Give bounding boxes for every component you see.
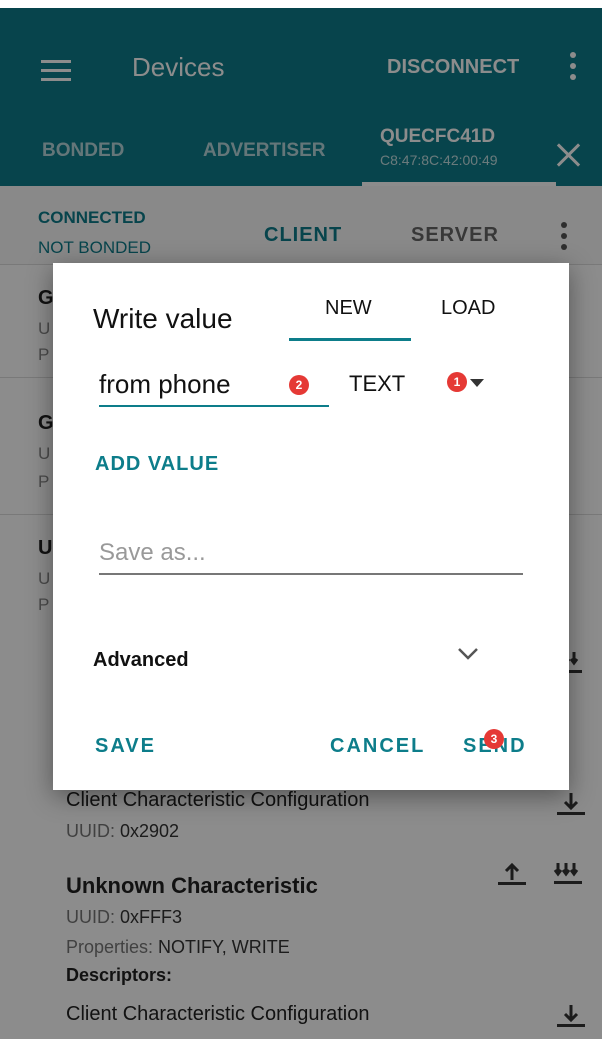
expand-icon[interactable]	[457, 647, 479, 661]
advanced-toggle[interactable]: Advanced	[93, 649, 189, 672]
cancel-button[interactable]: CANCEL	[330, 735, 425, 758]
tab-indicator	[289, 338, 411, 341]
dialog-title: Write value	[93, 303, 233, 334]
chevron-down-icon[interactable]	[470, 379, 484, 387]
annotation-badge: 3	[484, 729, 504, 749]
save-as-field[interactable]: Save as...	[99, 533, 523, 575]
tab-new[interactable]: NEW	[325, 297, 372, 320]
write-value-dialog: Write value NEW LOAD from phone 2 TEXT 1…	[53, 263, 569, 790]
annotation-badge: 1	[447, 372, 467, 392]
type-select[interactable]: TEXT	[349, 371, 405, 397]
save-button[interactable]: SAVE	[95, 735, 156, 758]
tab-load[interactable]: LOAD	[441, 297, 495, 320]
annotation-badge: 2	[289, 375, 309, 395]
status-strip	[0, 0, 602, 8]
add-value-button[interactable]: ADD VALUE	[95, 453, 219, 476]
